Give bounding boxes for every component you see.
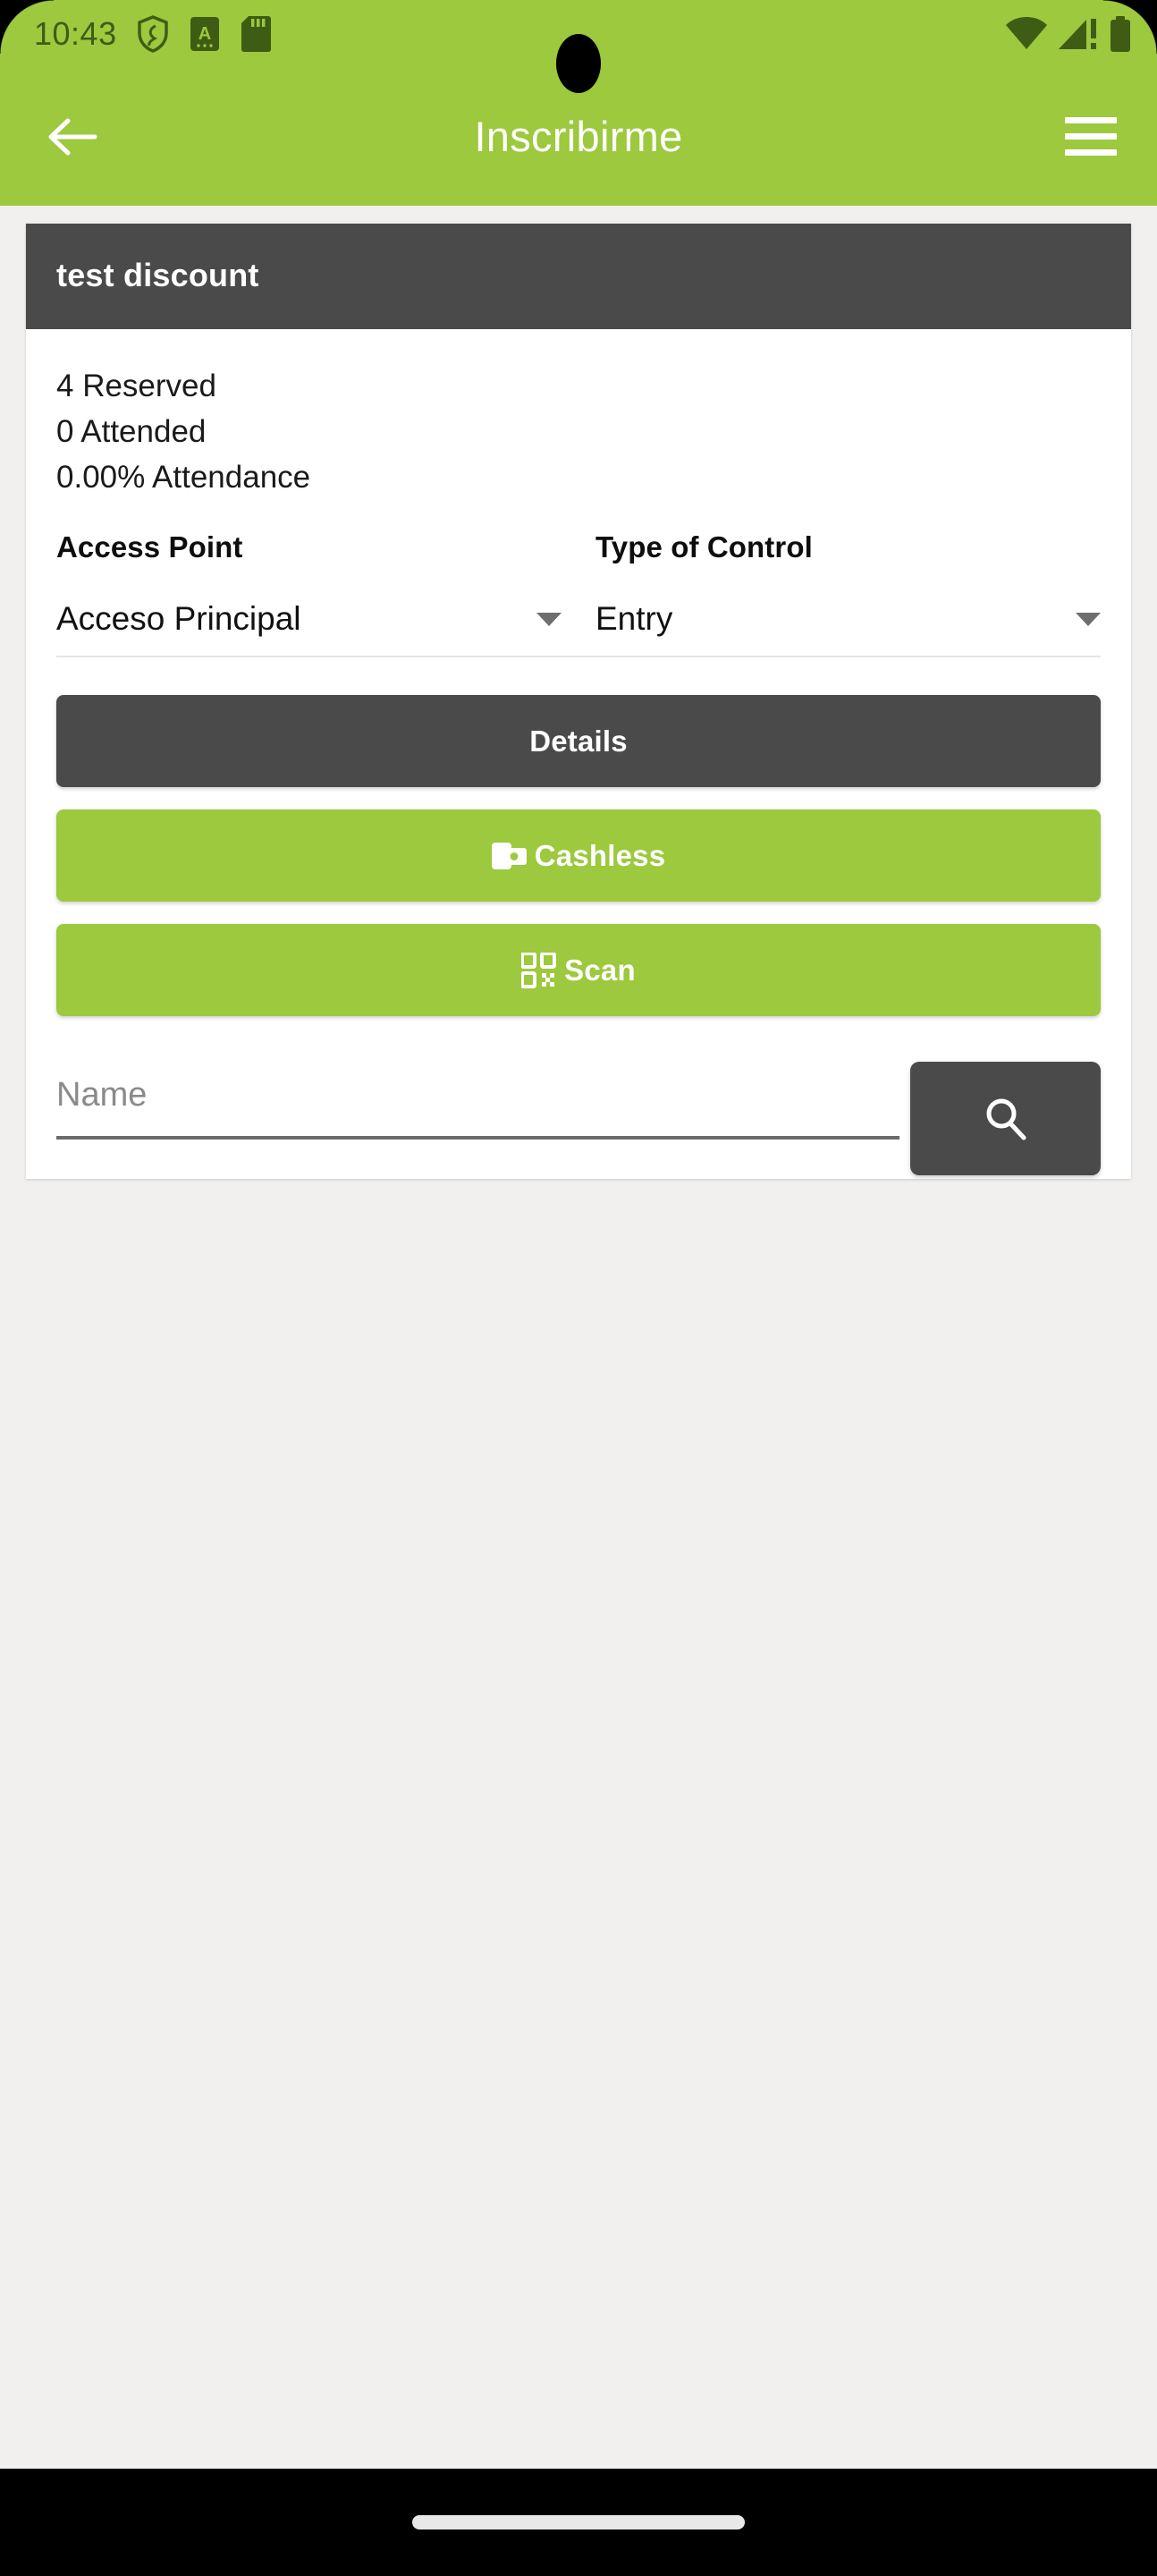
type-of-control-select[interactable]: Entry — [595, 600, 1101, 638]
search-row — [56, 1038, 1101, 1179]
hamburger-menu-button[interactable] — [1055, 106, 1127, 168]
wallet-icon — [491, 839, 528, 873]
card-body: 4 Reserved 0 Attended 0.00% Attendance A… — [26, 329, 1131, 1179]
wifi-icon — [1006, 16, 1047, 49]
search-icon — [986, 1098, 1026, 1140]
hamburger-menu-icon-bar-1 — [1065, 117, 1117, 123]
search-button[interactable] — [910, 1062, 1101, 1176]
scan-button-label: Scan — [564, 953, 636, 987]
attendance-stats: 4 Reserved 0 Attended 0.00% Attendance — [56, 363, 1101, 500]
battery-icon — [1111, 15, 1130, 52]
search-field-wrapper — [56, 1060, 910, 1140]
phone-screen: 10:43 A Inscribirme test discount 4 Rese… — [0, 0, 1157, 2576]
chevron-down-icon — [536, 612, 562, 626]
details-button[interactable]: Details — [56, 695, 1101, 788]
status-time: 10:43 — [34, 14, 117, 52]
access-point-select[interactable]: Acceso Principal — [56, 600, 562, 638]
type-of-control-field: Type of Control Entry — [562, 530, 1101, 638]
type-of-control-label: Type of Control — [595, 530, 813, 564]
stat-attended: 0 Attended — [56, 414, 207, 450]
stat-reserved: 4 Reserved — [56, 369, 216, 403]
status-bar-right — [1005, 15, 1132, 53]
chevron-down-icon — [1076, 612, 1101, 626]
page-title: Inscribirme — [474, 113, 683, 160]
camera-punch-hole — [556, 34, 601, 93]
arrow-left-icon — [48, 118, 97, 155]
hamburger-menu-icon-bar-2 — [1065, 133, 1117, 140]
main-content: test discount 4 Reserved 0 Attended 0.00… — [0, 206, 1157, 1180]
cashless-button[interactable]: Cashless — [56, 809, 1101, 902]
cashless-button-label: Cashless — [534, 838, 666, 872]
card-header: test discount — [26, 224, 1131, 329]
shield-icon — [137, 14, 168, 53]
access-point-field: Access Point Acceso Principal — [56, 530, 562, 638]
back-button[interactable] — [41, 106, 104, 168]
stat-attendance: 0.00% Attendance — [56, 460, 311, 496]
system-navigation-bar — [0, 2469, 1157, 2576]
qr-code-icon — [521, 952, 557, 988]
access-point-label: Access Point — [56, 530, 243, 564]
details-button-label: Details — [529, 724, 628, 758]
card-title: test discount — [56, 257, 259, 293]
a-badge-icon: A — [190, 16, 219, 51]
scan-button[interactable]: Scan — [56, 924, 1101, 1017]
hamburger-menu-icon-bar-3 — [1065, 149, 1117, 156]
gesture-handle[interactable] — [412, 2515, 745, 2529]
event-card: test discount 4 Reserved 0 Attended 0.00… — [26, 224, 1131, 1180]
cellular-signal-warning-icon — [1059, 18, 1096, 49]
status-bar-left: 10:43 A — [34, 14, 271, 53]
sd-card-icon — [241, 15, 271, 52]
svg-text:A: A — [198, 24, 210, 44]
search-input[interactable] — [56, 1060, 899, 1140]
type-of-control-value: Entry — [595, 600, 673, 638]
access-point-value: Acceso Principal — [56, 600, 301, 638]
filters-row: Access Point Acceso Principal Type of Co… — [56, 530, 1101, 658]
